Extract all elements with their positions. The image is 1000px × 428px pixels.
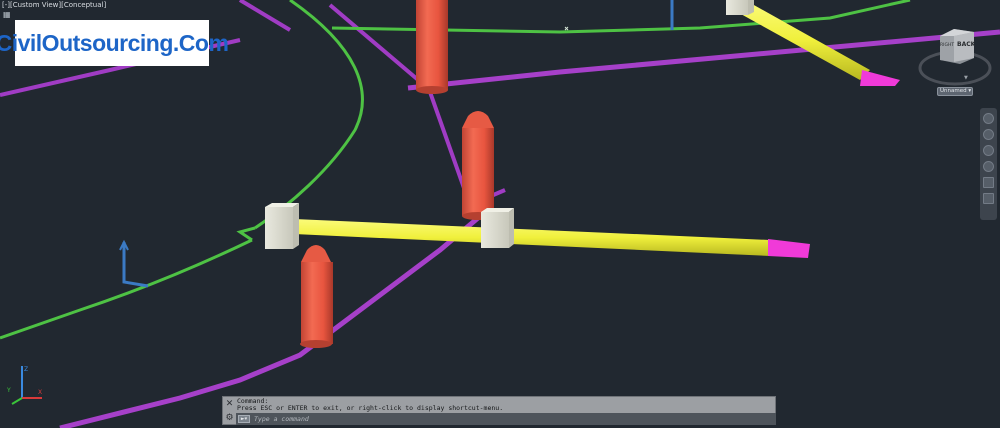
junction-box-top (726, 0, 754, 15)
navbar-menu-icon[interactable] (983, 193, 994, 204)
viewport-controls-label[interactable]: [-][Custom View][Conceptual] (2, 1, 106, 9)
model-viewport[interactable]: [-][Custom View][Conceptual] ▦ CivilOuts… (0, 0, 1000, 428)
viewcube-box[interactable]: BACK RIGHT (940, 29, 976, 64)
viewcube[interactable]: BACK RIGHT ▼ (918, 24, 992, 94)
layers-icon: ▦ (3, 10, 11, 19)
watermark-text: CivilOutsourcing.Com (0, 29, 229, 56)
pan-icon[interactable] (983, 129, 994, 140)
full-navigation-wheel-icon[interactable] (983, 113, 994, 124)
showmotion-icon[interactable] (983, 177, 994, 188)
orange-column-middle (462, 111, 494, 220)
yellow-pipe-main (294, 219, 810, 258)
viewcube-side-label[interactable]: RIGHT (940, 42, 954, 48)
command-input-row: ►▾ (236, 413, 776, 425)
orange-column-top (416, 0, 448, 94)
wcs-label: Unnamed (940, 88, 967, 94)
command-line-panel: ✕ ⚙ Command: Press ESC or ENTER to exit,… (222, 396, 776, 425)
junction-box-middle (481, 208, 514, 248)
close-icon[interactable]: ✕ (223, 397, 236, 411)
command-history: Command: Press ESC or ENTER to exit, or … (237, 398, 775, 413)
viewcube-face-label[interactable]: BACK (957, 41, 976, 48)
command-history-line: Press ESC or ENTER to exit, or right-cli… (237, 404, 504, 412)
compass-north-marker[interactable]: ▼ (964, 75, 968, 81)
watermark-logo: CivilOutsourcing.Com (0, 20, 229, 66)
chevron-down-icon: ▾ (968, 88, 972, 94)
zoom-icon[interactable] (983, 145, 994, 156)
svg-text:X: X (38, 389, 42, 396)
command-input[interactable] (254, 414, 776, 424)
command-prompt-icon[interactable]: ►▾ (238, 415, 250, 423)
orange-column-lower (300, 245, 333, 348)
orbit-icon[interactable] (983, 161, 994, 172)
junction-box-left (265, 203, 299, 249)
wrench-icon[interactable]: ⚙ (223, 412, 236, 425)
wcs-menu[interactable]: Unnamed ▾ (937, 87, 973, 96)
svg-text:Z: Z (24, 366, 28, 373)
navigation-bar (980, 108, 997, 220)
ucs-icon: Y X Z (6, 366, 42, 405)
svg-text:Y: Y (6, 387, 11, 394)
